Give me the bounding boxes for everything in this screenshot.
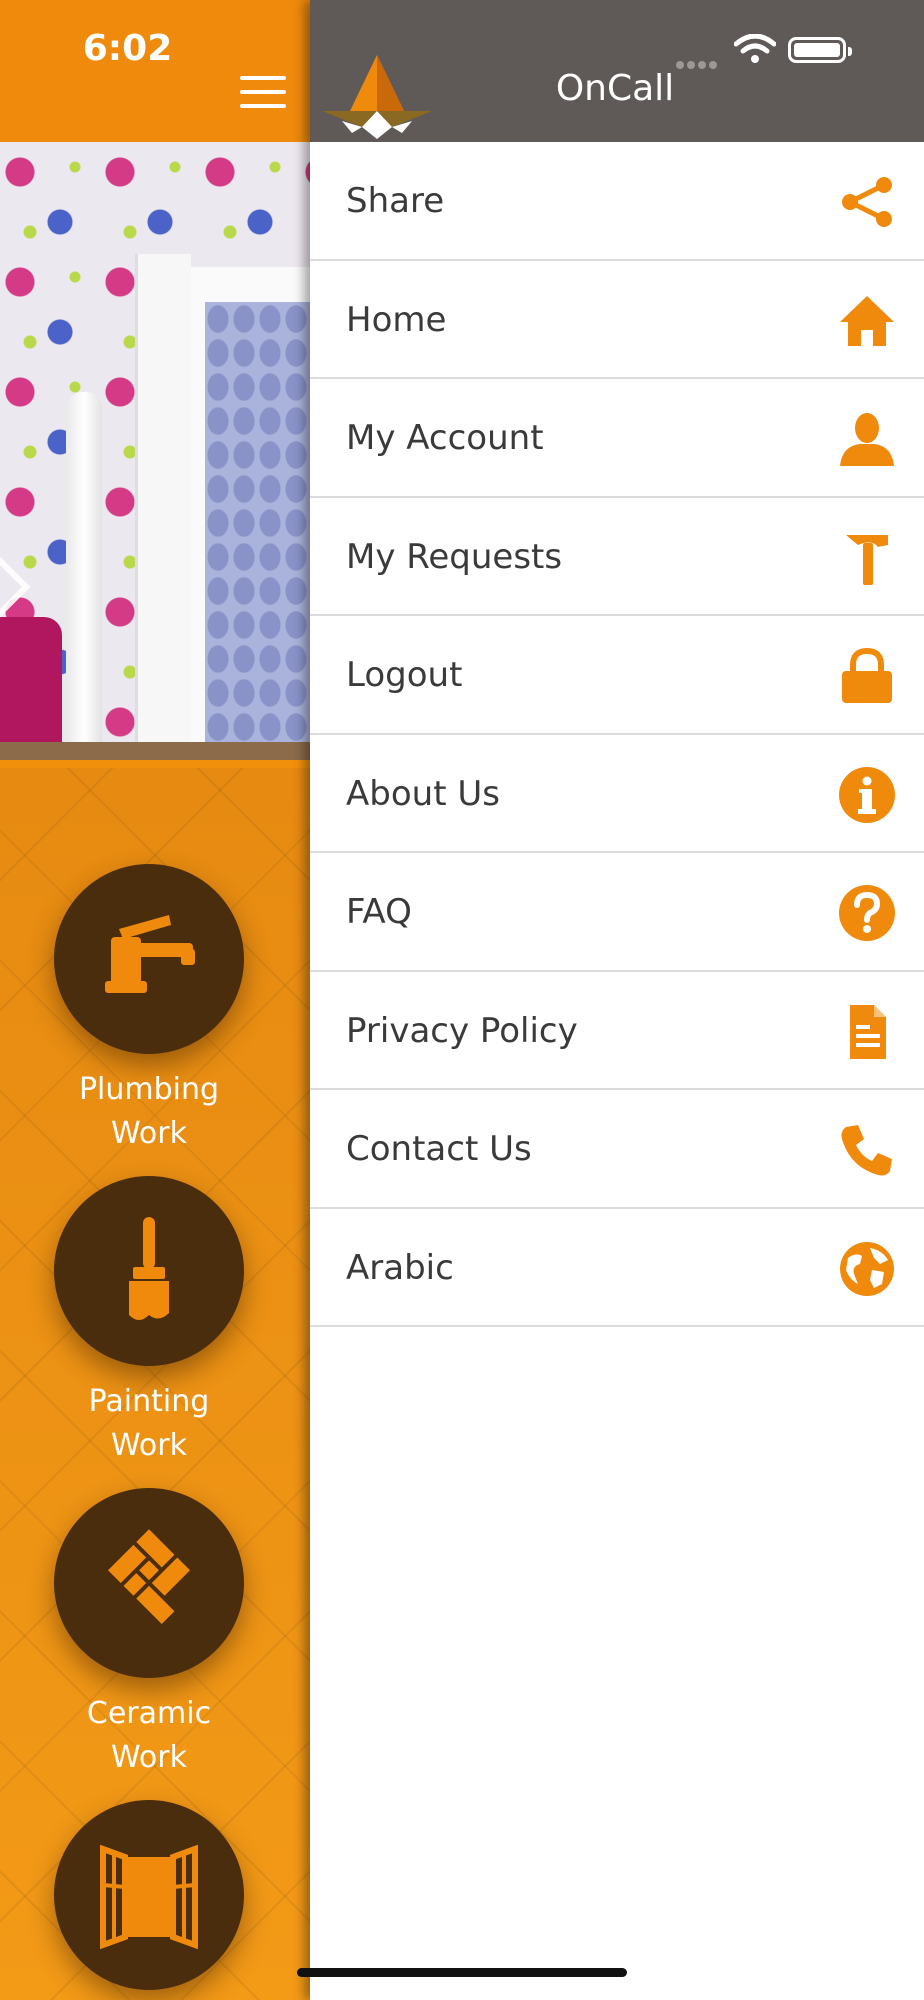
menu-item-home[interactable]: Home [310,261,924,379]
menu-item-label: Home [346,299,447,340]
service-painting[interactable]: Painting Work [0,1176,300,1476]
menu-item-my-account[interactable]: My Account [310,379,924,498]
background-app-screen: 6:02 Plumbing Work Painting Work Ceramic… [0,0,310,2000]
menu-item-arabic[interactable]: Arabic [310,1209,924,1327]
menu-item-logout[interactable]: Logout [310,616,924,735]
question-icon [838,884,896,942]
menu-item-about-us[interactable]: About Us [310,735,924,853]
hero-door [135,254,191,754]
document-icon [838,1003,896,1061]
service-circle [54,864,244,1054]
menu-item-label: My Account [346,418,544,458]
hero-sofa [0,617,62,760]
drawer-header: OnCall [310,0,924,142]
menu-item-contact-us[interactable]: Contact Us [310,1090,924,1209]
hero-lamp [66,392,102,752]
battery-icon [788,37,852,63]
service-label: Painting Work [88,1384,210,1463]
menu-item-label: Privacy Policy [346,1010,578,1051]
menu-item-faq[interactable]: FAQ [310,853,924,972]
phone-icon [838,1121,896,1179]
window-icon [100,1844,198,1950]
menu-item-label: Arabic [346,1247,454,1288]
service-circle [54,1800,244,1990]
service-circle [54,1176,244,1366]
menu-item-label: FAQ [346,892,412,932]
hamburger-menu-icon[interactable] [240,76,286,110]
share-icon [838,173,896,231]
service-circle [54,1488,244,1678]
service-label: Ceramic Work [86,1696,212,1775]
hammer-icon [838,529,896,587]
home-indicator[interactable] [297,1968,627,1977]
globe-icon [838,1240,896,1298]
drawer-menu: Share Home My Account My Requests Logout [310,142,924,1327]
menu-item-privacy-policy[interactable]: Privacy Policy [310,972,924,1090]
home-icon [838,292,896,350]
navigation-drawer: OnCall Share Home My Account My Requests… [310,0,924,2000]
menu-item-my-requests[interactable]: My Requests [310,498,924,616]
service-label: Plumbing Work [78,1072,220,1151]
faucet-icon [105,915,195,993]
lock-icon [838,647,896,705]
user-icon [838,410,896,468]
tiles-icon [107,1529,191,1625]
app-header: 6:02 [0,0,310,142]
menu-item-label: Contact Us [346,1129,532,1169]
service-window[interactable] [0,1800,300,2000]
hero-damask-wall [205,302,310,760]
service-ceramic[interactable]: Ceramic Work [0,1488,300,1788]
hero-floor [0,742,310,760]
paintbrush-icon [129,1217,169,1320]
wifi-icon [734,34,776,63]
menu-item-label: My Requests [346,536,563,577]
slider-next-arrow-icon[interactable] [0,551,31,623]
oncall-logo-icon [322,55,432,139]
menu-item-label: Logout [346,655,463,695]
hero-banner-image [0,142,310,760]
app-title: OnCall [555,68,675,109]
status-time: 6:02 [82,28,173,69]
services-list: Plumbing Work Painting Work Ceramic Work [0,768,310,2000]
status-icons [676,34,876,69]
menu-item-label: Share [346,181,445,221]
menu-item-share[interactable]: Share [310,142,924,261]
service-plumbing[interactable]: Plumbing Work [0,864,300,1164]
cellular-signal-icon [676,54,720,73]
menu-item-label: About Us [346,773,500,814]
info-icon [838,766,896,824]
